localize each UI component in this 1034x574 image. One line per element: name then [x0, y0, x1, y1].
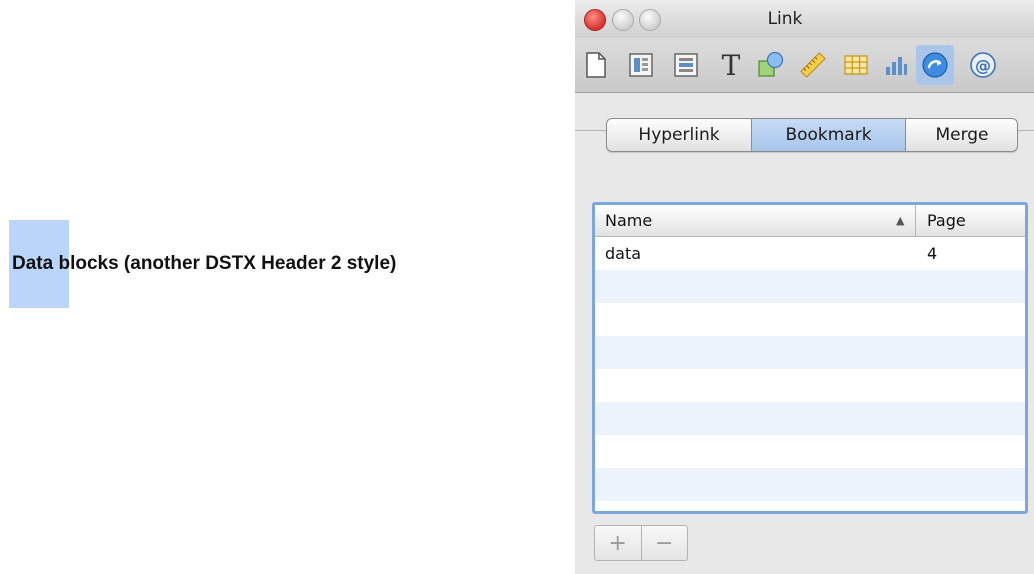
- link-icon[interactable]: [916, 45, 954, 85]
- inspector-toolbar: T @: [575, 38, 1034, 93]
- table-row: [595, 402, 1025, 435]
- divider-left: [575, 130, 606, 131]
- window-title: Link: [767, 9, 803, 29]
- ruler-icon[interactable]: [797, 48, 829, 82]
- table-icon[interactable]: [840, 48, 872, 82]
- table-header: Name ▲ Page: [595, 205, 1025, 237]
- bookmark-name: data: [605, 244, 642, 263]
- table-row[interactable]: data 4: [595, 237, 1025, 270]
- table-row: [595, 303, 1025, 336]
- link-inspector-panel: Link T @ Hyperlink Bookmark Merge Name ▲…: [575, 0, 1034, 574]
- selected-heading-text[interactable]: Data: [12, 253, 53, 274]
- layout-icon[interactable]: [625, 48, 657, 82]
- divider-right: [1017, 130, 1034, 131]
- svg-text:T: T: [722, 50, 741, 80]
- add-remove-control: + −: [594, 525, 688, 561]
- chart-icon[interactable]: [880, 48, 912, 82]
- link-type-segmented-control: Hyperlink Bookmark Merge: [606, 118, 1018, 152]
- add-bookmark-button[interactable]: +: [595, 526, 642, 560]
- document-icon[interactable]: [580, 48, 612, 82]
- wrap-icon[interactable]: [670, 48, 702, 82]
- column-header-page[interactable]: Page: [927, 205, 966, 236]
- window-titlebar: Link: [575, 0, 1034, 38]
- remove-bookmark-button[interactable]: −: [642, 526, 688, 560]
- text-icon[interactable]: T: [715, 48, 747, 82]
- segment-hyperlink[interactable]: Hyperlink: [607, 119, 752, 151]
- svg-text:@: @: [975, 56, 991, 75]
- document-heading[interactable]: Data blocks (another DSTX Header 2 style…: [9, 220, 396, 308]
- segment-merge[interactable]: Merge: [906, 119, 1017, 151]
- column-header-name[interactable]: Name: [605, 205, 652, 236]
- table-row: [595, 336, 1025, 369]
- table-row: [595, 369, 1025, 402]
- column-divider[interactable]: [915, 205, 916, 236]
- segment-bookmark[interactable]: Bookmark: [752, 119, 906, 151]
- table-row: [595, 270, 1025, 303]
- table-row: [595, 468, 1025, 501]
- bookmarks-table[interactable]: Name ▲ Page data 4: [592, 202, 1028, 514]
- heading-text[interactable]: blocks (another DSTX Header 2 style): [53, 253, 396, 274]
- table-row: [595, 435, 1025, 468]
- shapes-icon[interactable]: [755, 48, 787, 82]
- bookmark-page: 4: [927, 244, 938, 263]
- citation-icon[interactable]: @: [967, 48, 999, 82]
- sort-ascending-icon[interactable]: ▲: [896, 205, 904, 236]
